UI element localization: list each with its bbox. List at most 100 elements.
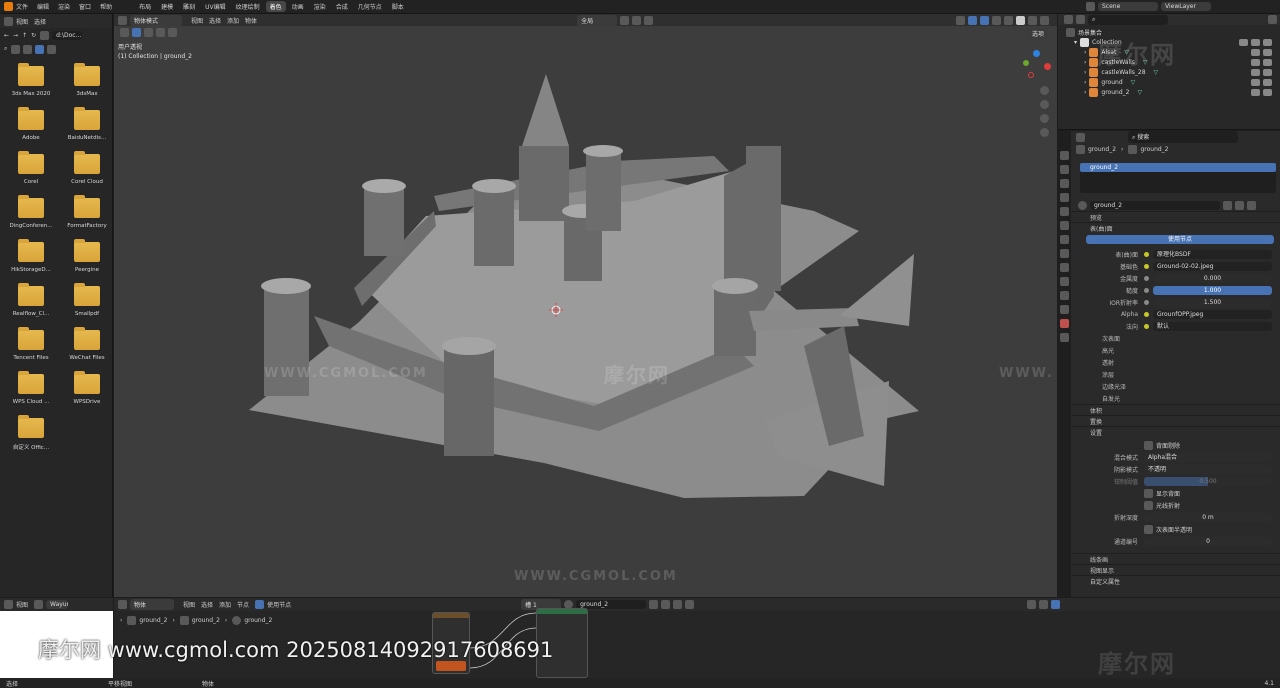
editor-type-icon[interactable]: [118, 600, 127, 609]
modifier-icon[interactable]: ▽: [1131, 79, 1136, 86]
grid-icon[interactable]: [1040, 128, 1049, 137]
expand-icon[interactable]: ›: [1084, 89, 1086, 96]
ne-menu-node[interactable]: 节点: [237, 600, 249, 609]
outliner-item[interactable]: › ground ▽: [1066, 77, 1272, 87]
property-value[interactable]: 默认: [1153, 321, 1272, 331]
socket-icon[interactable]: [1144, 311, 1149, 317]
view-layer-tab-icon[interactable]: [1060, 193, 1069, 202]
material-name-field[interactable]: ground_2: [1090, 200, 1220, 210]
file-item[interactable]: 3ds Max 2020: [6, 63, 56, 97]
navigation-gizmo[interactable]: [1022, 50, 1052, 80]
workspace-tab[interactable]: 动画: [288, 1, 308, 12]
scene-tab-icon[interactable]: [1060, 207, 1069, 216]
snap-icon[interactable]: [632, 15, 642, 25]
refr-depth-field[interactable]: 0 m: [1144, 512, 1272, 522]
castle-model[interactable]: [114, 26, 1057, 597]
file-item[interactable]: Corel: [6, 151, 56, 185]
file-item[interactable]: Tencent Files: [6, 327, 56, 361]
camera-icon[interactable]: [1263, 38, 1272, 46]
file-item[interactable]: BaiduNetdis...: [62, 107, 112, 141]
vp-menu-select[interactable]: 选择: [209, 16, 221, 25]
vp-menu-object[interactable]: 物体: [245, 16, 257, 25]
clip-threshold-field[interactable]: 0.500: [1144, 476, 1272, 486]
image-name-field[interactable]: Wayun: [46, 600, 69, 609]
parent-icon[interactable]: ↑: [22, 32, 27, 39]
unlink-icon[interactable]: [673, 600, 683, 609]
surface-subsection[interactable]: 涂层: [1072, 368, 1280, 380]
properties-section[interactable]: 视图显示: [1072, 564, 1280, 575]
display-mode-icon[interactable]: [11, 44, 21, 54]
xray-icon[interactable]: [992, 15, 1002, 25]
expand-icon[interactable]: ›: [1084, 69, 1086, 76]
vp-menu-add[interactable]: 添加: [227, 16, 239, 25]
file-item[interactable]: Peergine: [62, 239, 112, 273]
file-item[interactable]: Corel Cloud: [62, 151, 112, 185]
workspace-tab[interactable]: 渲染: [310, 1, 330, 12]
vp-menu-view[interactable]: 视图: [191, 16, 203, 25]
workspace-tab[interactable]: 合成: [332, 1, 352, 12]
editor-type-icon[interactable]: [1064, 15, 1073, 24]
backface-culling-row[interactable]: 背面剔除: [1072, 439, 1280, 451]
workspace-tab[interactable]: UV编辑: [201, 1, 230, 12]
socket-icon[interactable]: [1144, 251, 1149, 257]
properties-search[interactable]: ⌕ 搜索: [1128, 131, 1238, 143]
search-icon[interactable]: ⌕: [4, 45, 7, 53]
3d-viewport[interactable]: 物体模式 视图 选择 添加 物体 全局 选项 用户透视 (1) Collecti…: [114, 14, 1057, 597]
mode-selector[interactable]: 物体模式: [130, 14, 182, 26]
forward-icon[interactable]: →: [13, 32, 18, 39]
fb-menu-view[interactable]: 视图: [16, 17, 28, 26]
eye-icon[interactable]: [1251, 58, 1260, 66]
camera-icon[interactable]: [1040, 114, 1049, 123]
ne-menu-view[interactable]: 视图: [183, 600, 195, 609]
property-value[interactable]: 原理化BSDF: [1153, 249, 1272, 259]
transform-orientation[interactable]: 全局: [577, 14, 618, 26]
proportional-edit-icon[interactable]: [644, 15, 654, 25]
shading-render-icon[interactable]: [1040, 15, 1050, 25]
outliner-item[interactable]: › ground_2 ▽: [1066, 87, 1272, 97]
use-nodes-checkbox[interactable]: [255, 600, 265, 609]
eye-icon[interactable]: [1251, 68, 1260, 76]
checkbox-icon[interactable]: [1239, 38, 1248, 46]
workspace-tab[interactable]: 布局: [135, 1, 155, 12]
new-folder-icon[interactable]: [40, 30, 50, 40]
file-item[interactable]: Smallpdf: [62, 283, 112, 317]
menu-icon[interactable]: [34, 600, 44, 609]
shading-solid-icon[interactable]: [1016, 15, 1026, 25]
top-menu-item[interactable]: 帮助: [100, 2, 112, 11]
thumbnail-mode-icon[interactable]: [35, 44, 45, 54]
surface-subsection[interactable]: 边缘光泽: [1072, 380, 1280, 392]
fake-user-icon[interactable]: [1223, 200, 1232, 210]
filter-icon[interactable]: [1268, 15, 1277, 24]
property-value[interactable]: 0.000: [1153, 273, 1272, 283]
gizmo-neg-x[interactable]: [1028, 72, 1034, 78]
workspace-tab[interactable]: 建模: [157, 1, 177, 12]
section-surface[interactable]: 表(曲)面: [1072, 222, 1280, 233]
ie-menu-view[interactable]: 视图: [16, 600, 28, 609]
pan-hand-icon[interactable]: [1040, 100, 1049, 109]
sss-translucency-row[interactable]: 次表面半透明: [1072, 523, 1280, 535]
snap-icon[interactable]: [1027, 600, 1037, 609]
top-menu-item[interactable]: 窗口: [79, 2, 91, 11]
gizmo-y-axis[interactable]: [1023, 60, 1029, 66]
surface-subsection[interactable]: 次表面: [1072, 332, 1280, 344]
file-item[interactable]: FormatFactory: [62, 195, 112, 229]
blend-mode-select[interactable]: Alpha混合: [1144, 452, 1272, 462]
file-item[interactable]: Realflow_Cl...: [6, 283, 56, 317]
property-value[interactable]: GrounfOPP.jpeg: [1153, 309, 1272, 319]
filter-icon[interactable]: [47, 44, 57, 54]
checkbox-icon[interactable]: [1144, 500, 1153, 510]
gizmo-z-axis[interactable]: [1033, 50, 1040, 57]
view-layer-name[interactable]: ViewLayer: [1161, 2, 1211, 11]
top-menu-item[interactable]: 文件: [16, 2, 28, 11]
eye-icon[interactable]: [1251, 38, 1260, 46]
scene-selector[interactable]: Scene ViewLayer: [1086, 2, 1214, 11]
overlay-icon[interactable]: [1039, 600, 1049, 609]
expand-icon[interactable]: ›: [1084, 49, 1086, 56]
data-tab-icon[interactable]: [1060, 305, 1069, 314]
camera-icon[interactable]: [1263, 78, 1272, 86]
file-item[interactable]: DingConferen...: [6, 195, 56, 229]
properties-section[interactable]: 置换: [1072, 415, 1280, 426]
visibility-icon[interactable]: [956, 15, 966, 25]
editor-type-icon[interactable]: [1076, 132, 1085, 142]
file-item[interactable]: WPSDrive: [62, 371, 112, 405]
